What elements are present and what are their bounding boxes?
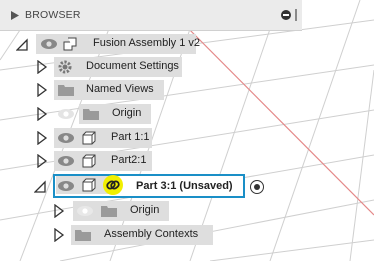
browser-title: BROWSER xyxy=(25,9,81,21)
tree-row-assembly-contexts[interactable]: Assembly Contexts xyxy=(0,224,302,246)
link-icon xyxy=(103,175,123,195)
root-label: Fusion Assembly 1 v2 xyxy=(93,37,200,49)
collapse-triangle-icon[interactable] xyxy=(11,11,20,20)
folder-icon xyxy=(101,206,117,217)
collapsed-triangle-icon[interactable] xyxy=(53,204,65,218)
panel-pin-icon[interactable] xyxy=(295,9,297,21)
expanded-triangle-icon[interactable] xyxy=(34,179,46,193)
part2-label: Part2:1 xyxy=(111,154,147,166)
eye-hidden-icon[interactable] xyxy=(57,108,75,120)
assembly-contexts-label: Assembly Contexts xyxy=(104,228,199,240)
folder-icon xyxy=(83,109,99,120)
collapsed-triangle-icon[interactable] xyxy=(36,154,48,168)
browser-panel: BROWSER Fusion Assembly 1 v2 Document Se… xyxy=(0,0,302,261)
origin-label: Origin xyxy=(112,107,142,119)
folder-icon xyxy=(58,85,74,96)
tree-row-root[interactable]: Fusion Assembly 1 v2 xyxy=(0,33,302,55)
eye-icon[interactable] xyxy=(57,155,75,167)
tree-row-origin[interactable]: Origin xyxy=(0,103,302,125)
tree-row-part2[interactable]: Part2:1 xyxy=(0,150,302,172)
tree-row-document-settings[interactable]: Document Settings xyxy=(0,56,302,78)
component-icon xyxy=(82,154,96,168)
named-views-label: Named Views xyxy=(86,83,154,95)
component-icon xyxy=(82,178,96,192)
gear-icon xyxy=(58,60,72,74)
minimize-icon[interactable] xyxy=(281,10,291,20)
collapsed-triangle-icon[interactable] xyxy=(53,228,65,242)
folder-icon xyxy=(75,230,91,241)
assembly-component-icon xyxy=(63,37,77,51)
expanded-triangle-icon[interactable] xyxy=(16,37,28,51)
collapsed-triangle-icon[interactable] xyxy=(36,60,48,74)
activate-radio-icon[interactable] xyxy=(250,180,264,194)
part3-label: Part 3:1 (Unsaved) xyxy=(136,180,233,192)
eye-icon[interactable] xyxy=(57,132,75,144)
eye-hidden-icon[interactable] xyxy=(76,205,94,217)
part1-label: Part 1:1 xyxy=(111,131,150,143)
collapsed-triangle-icon[interactable] xyxy=(36,83,48,97)
browser-header: BROWSER xyxy=(0,0,302,31)
tree-row-part3[interactable]: Part 3:1 (Unsaved) xyxy=(0,174,302,198)
tree-row-part1[interactable]: Part 1:1 xyxy=(0,127,302,149)
collapsed-triangle-icon[interactable] xyxy=(36,131,48,145)
eye-icon[interactable] xyxy=(57,180,75,192)
collapsed-triangle-icon[interactable] xyxy=(36,107,48,121)
component-icon xyxy=(82,131,96,145)
document-settings-label: Document Settings xyxy=(86,60,179,72)
tree-row-named-views[interactable]: Named Views xyxy=(0,79,302,101)
origin-sub-label: Origin xyxy=(130,204,160,216)
eye-icon[interactable] xyxy=(40,38,58,50)
tree-row-origin-sub[interactable]: Origin xyxy=(0,200,302,222)
